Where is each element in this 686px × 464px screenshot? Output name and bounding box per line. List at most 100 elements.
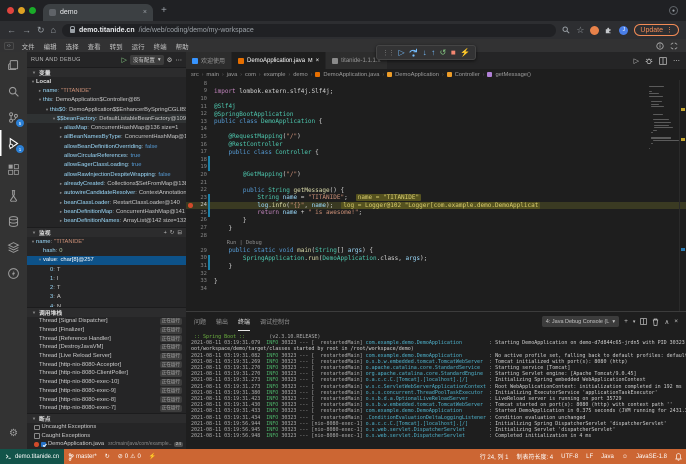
add-watch-icon[interactable]: +: [164, 230, 167, 236]
menu-item-帮助[interactable]: 帮助: [172, 40, 193, 52]
variable-row[interactable]: ▸beanClassLoader:RestartClassLoader@140: [27, 198, 186, 207]
breakpoint-checkbox[interactable]: [41, 442, 47, 448]
breakpoint-checkbox[interactable]: [34, 433, 40, 439]
gutter[interactable]: [186, 194, 194, 202]
home-icon[interactable]: ⌂: [51, 25, 56, 35]
notifications-bell-icon[interactable]: [671, 449, 686, 464]
maximize-panel-icon[interactable]: ∧: [664, 318, 669, 326]
callstack-thread-row[interactable]: Thread [http-nio-8080-exec-7]正在运行: [27, 404, 186, 413]
breakpoints-section-header[interactable]: ▾ 断点: [27, 413, 186, 423]
gutter[interactable]: [186, 88, 194, 96]
reload-icon[interactable]: ↻: [37, 25, 45, 36]
gutter[interactable]: [186, 171, 194, 179]
callstack-section-header[interactable]: ▾ 调用堆栈: [27, 307, 186, 317]
eol-item[interactable]: LF: [582, 449, 597, 464]
watch-row[interactable]: 0:T: [27, 265, 186, 274]
gutter[interactable]: [186, 217, 194, 225]
update-button[interactable]: Update⋮: [634, 24, 679, 36]
gutter[interactable]: [186, 110, 194, 118]
code-line[interactable]: 9import lombok.extern.slf4j.Slf4j;: [186, 88, 686, 96]
variable-row[interactable]: ▾this$0:DemoApplication$$EnhancerBySprin…: [27, 105, 186, 114]
terminal-select[interactable]: 4: Java Debug Console (L▾: [542, 316, 619, 327]
codelens-row[interactable]: Run | Debug: [186, 239, 686, 247]
variable-row[interactable]: ▸beanDefinitionNames:ArrayList@142 size=…: [27, 216, 186, 225]
callstack-thread-row[interactable]: Thread [Live Reload Server]正在运行: [27, 352, 186, 361]
stop-icon[interactable]: ■: [451, 48, 456, 57]
panel-tab-问题[interactable]: 问题: [194, 312, 206, 331]
code-line[interactable]: 32: [186, 270, 686, 278]
search-sidebar-icon[interactable]: [0, 78, 27, 104]
variable-row[interactable]: allowBeanDefinitionOverriding:false: [27, 142, 186, 151]
code-line[interactable]: 25 return name + " is awesome!";: [186, 209, 686, 217]
bookmark-star-icon[interactable]: ☆: [576, 25, 584, 36]
gutter[interactable]: [186, 141, 194, 149]
restart-icon[interactable]: ↺: [440, 48, 447, 57]
kill-terminal-icon[interactable]: [652, 318, 659, 326]
remote-indicator[interactable]: demo.titanide.cn: [0, 449, 64, 464]
variable-row[interactable]: ▾this:DemoApplication$Controller@85: [27, 96, 186, 105]
code-editor[interactable]: 89import lombok.extern.slf4j.Slf4j;1011@…: [186, 80, 686, 311]
gutter[interactable]: [186, 164, 194, 172]
menu-item-终端[interactable]: 终端: [150, 40, 171, 52]
hot-code-replace-icon[interactable]: ⚡: [460, 48, 470, 57]
code-line[interactable]: 31 }: [186, 262, 686, 270]
minimize-window-button[interactable]: [18, 7, 25, 14]
menu-item-运行[interactable]: 运行: [128, 40, 149, 52]
maximize-window-button[interactable]: [29, 7, 36, 14]
gutter[interactable]: [186, 224, 194, 232]
url-input[interactable]: demo.titanide.cn/ide/web/coding/demo/my-…: [62, 24, 556, 37]
chevron-down-icon[interactable]: ▾: [633, 319, 636, 325]
code-line[interactable]: 17 public class Controller {: [186, 148, 686, 156]
gutter[interactable]: [186, 285, 194, 293]
code-line[interactable]: 14: [186, 126, 686, 134]
variable-row[interactable]: allowRawInjectionDespiteWrapping:false: [27, 170, 186, 179]
browser-profile-icon[interactable]: ●: [669, 6, 678, 15]
step-out-icon[interactable]: ↑: [431, 48, 435, 57]
forward-icon[interactable]: →: [22, 25, 31, 35]
watch-row[interactable]: hash:0: [27, 246, 186, 255]
feedback-smiley-icon[interactable]: ☺: [618, 449, 632, 464]
code-line[interactable]: 11@Slf4j: [186, 103, 686, 111]
code-line[interactable]: 13public class DemoApplication {: [186, 118, 686, 126]
watch-row[interactable]: ▾name:"TITANIDE": [27, 237, 186, 246]
code-line[interactable]: 30 SpringApplication.run(DemoApplication…: [186, 255, 686, 263]
split-editor-icon[interactable]: [659, 57, 667, 65]
layers-icon[interactable]: [0, 234, 27, 260]
browser-tab[interactable]: demo ×: [43, 4, 153, 21]
overview-ruler[interactable]: [679, 80, 686, 311]
code-line[interactable]: 10: [186, 95, 686, 103]
callstack-thread-row[interactable]: Thread [Reference Handler]正在运行: [27, 334, 186, 343]
debug-gear-icon[interactable]: ⚙: [167, 56, 173, 64]
database-icon[interactable]: [0, 208, 27, 234]
panel-tab-调试控制台[interactable]: 调试控制台: [260, 312, 290, 331]
gutter[interactable]: [186, 232, 194, 240]
run-debug-icon[interactable]: 1: [0, 130, 27, 156]
menu-item-查看[interactable]: 查看: [84, 40, 105, 52]
breadcrumb-item[interactable]: java: [227, 72, 238, 78]
gutter[interactable]: [186, 103, 194, 111]
variable-row[interactable]: allowCircularReferences:true: [27, 151, 186, 160]
gutter[interactable]: [186, 126, 194, 134]
code-line[interactable]: 34: [186, 285, 686, 293]
terminal-output[interactable]: :: Spring Boot :: (v2.3.10.RELEASE)2021-…: [186, 331, 686, 449]
gutter[interactable]: [186, 133, 194, 141]
editor-more-icon[interactable]: ⋯: [673, 57, 680, 65]
cursor-position-item[interactable]: 行 24, 列 1: [476, 449, 513, 464]
breadcrumb-item[interactable]: DemoApplication.java: [323, 72, 379, 78]
variable-row[interactable]: ▸autowireCandidateResolver:ContextAnnota…: [27, 189, 186, 198]
breakpoint-checkbox[interactable]: [34, 425, 40, 431]
gutter[interactable]: [186, 277, 194, 285]
gutter[interactable]: [186, 179, 194, 187]
gutter[interactable]: [186, 118, 194, 126]
gutter[interactable]: [186, 95, 194, 103]
search-icon[interactable]: [562, 26, 570, 34]
start-debug-button[interactable]: ▷: [122, 56, 127, 64]
variable-row[interactable]: ▸beanDefinitionMap:ConcurrentHashMap@141…: [27, 207, 186, 216]
callstack-thread-row[interactable]: Thread [Signal Dispatcher]正在运行: [27, 317, 186, 326]
code-line[interactable]: 16 @RestController: [186, 141, 686, 149]
gutter[interactable]: [186, 209, 194, 217]
code-line[interactable]: 33}: [186, 277, 686, 285]
code-line[interactable]: 29 public static void main(String[] args…: [186, 247, 686, 255]
code-line[interactable]: 27 }: [186, 224, 686, 232]
breadcrumb-item[interactable]: src: [191, 72, 199, 78]
